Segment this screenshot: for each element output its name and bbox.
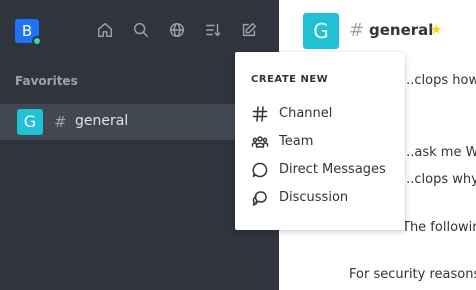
menu-item-direct-messages[interactable]: Direct Messages	[235, 156, 405, 184]
home-icon[interactable]	[95, 20, 115, 40]
message-text: The followin	[402, 220, 476, 235]
sidebar-item-label: general	[75, 113, 129, 129]
user-avatar-letter: B	[21, 22, 33, 40]
direct-message-icon	[251, 161, 269, 179]
hash-icon	[251, 105, 269, 123]
menu-item-label: Team	[279, 134, 314, 149]
hash-icon: #	[54, 113, 67, 131]
menu-item-label: Direct Messages	[279, 162, 386, 177]
menu-item-label: Discussion	[279, 190, 349, 205]
message-text: ...ask me Why	[402, 145, 476, 160]
favorites-section-label: Favorites	[15, 74, 78, 88]
favorite-star-icon[interactable]: ★	[430, 22, 443, 38]
room-header-avatar: G	[303, 13, 339, 49]
create-new-edit-icon[interactable]	[239, 20, 259, 40]
room-avatar: G	[17, 109, 43, 135]
search-icon[interactable]	[131, 20, 151, 40]
menu-item-channel[interactable]: Channel	[235, 100, 405, 128]
menu-item-label: Channel	[279, 106, 333, 121]
team-icon	[251, 133, 269, 151]
online-status-dot	[32, 36, 42, 46]
user-avatar[interactable]: B	[15, 19, 42, 46]
room-title: general	[369, 21, 434, 39]
hash-icon: #	[349, 20, 365, 41]
directory-globe-icon[interactable]	[167, 20, 187, 40]
message-text: ...clops how w	[402, 73, 476, 88]
discussion-icon	[251, 189, 269, 207]
sort-icon[interactable]	[203, 20, 223, 40]
message-text: For security reasons,	[349, 267, 476, 282]
create-new-menu: CREATE NEW Channel Team Direct Messages …	[235, 52, 405, 230]
menu-title: CREATE NEW	[251, 74, 329, 85]
message-text: ...clops why di	[402, 172, 476, 187]
menu-item-discussion[interactable]: Discussion	[235, 184, 405, 212]
menu-item-team[interactable]: Team	[235, 128, 405, 156]
